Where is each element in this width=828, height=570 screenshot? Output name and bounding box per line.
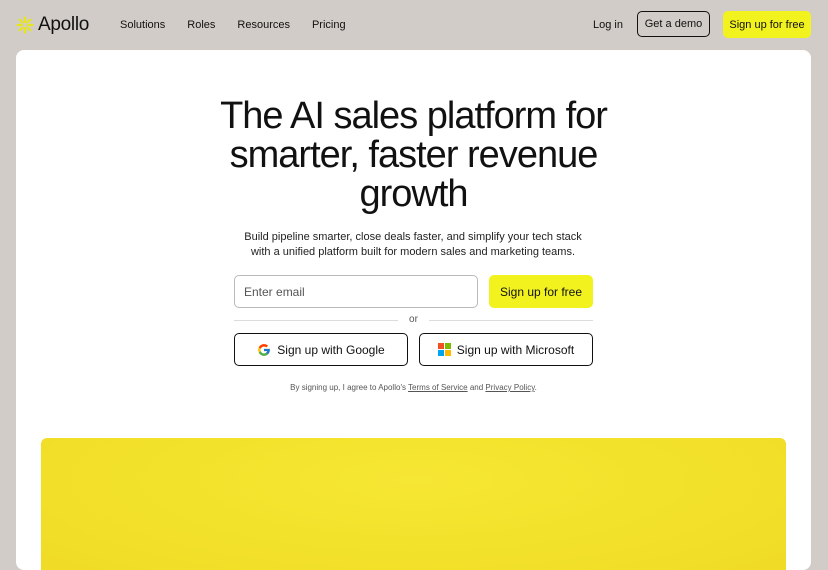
microsoft-icon bbox=[437, 343, 451, 356]
nav-links: Solutions Roles Resources Pricing bbox=[120, 17, 368, 33]
google-signup-label: Sign up with Google bbox=[277, 342, 385, 357]
terms-of-service-link[interactable]: Terms of Service bbox=[408, 383, 468, 392]
terms-suffix: . bbox=[534, 383, 537, 392]
get-demo-button[interactable]: Get a demo bbox=[637, 11, 710, 37]
nav-link-resources[interactable]: Resources bbox=[237, 17, 290, 33]
terms-notice: By signing up, I agree to Apollo's Terms… bbox=[16, 383, 811, 393]
apollo-logo-icon bbox=[16, 16, 34, 34]
google-icon bbox=[257, 343, 271, 357]
divider-or-text: or bbox=[409, 314, 418, 325]
hero-title: The AI sales platform for smarter, faste… bbox=[16, 97, 811, 214]
microsoft-signup-label: Sign up with Microsoft bbox=[456, 342, 575, 357]
google-signup-button[interactable]: Sign up with Google bbox=[234, 333, 408, 366]
hero-title-line-1: The AI sales platform for bbox=[220, 95, 608, 137]
hero-subtitle-line-1: Build pipeline smarter, close deals fast… bbox=[244, 231, 582, 243]
nav-link-roles[interactable]: Roles bbox=[187, 17, 215, 33]
hero-subtitle-line-2: with a unified platform built for modern… bbox=[250, 245, 576, 258]
terms-and: and bbox=[467, 383, 486, 392]
hero-title-line-2: smarter, faster revenue bbox=[229, 134, 599, 176]
email-input[interactable] bbox=[234, 275, 478, 308]
terms-prefix: By signing up, I agree to Apollo's bbox=[290, 383, 409, 392]
login-link[interactable]: Log in bbox=[593, 17, 623, 33]
apollo-logo[interactable]: Apollo bbox=[16, 13, 89, 37]
nav-link-solutions[interactable]: Solutions bbox=[120, 17, 165, 33]
product-preview-panel bbox=[41, 438, 786, 570]
top-nav: Apollo Solutions Roles Resources Pricing… bbox=[0, 0, 828, 50]
hero-subtitle: Build pipeline smarter, close deals fast… bbox=[213, 230, 613, 259]
microsoft-signup-button[interactable]: Sign up with Microsoft bbox=[419, 333, 593, 366]
privacy-policy-link[interactable]: Privacy Policy bbox=[485, 383, 534, 392]
nav-link-pricing[interactable]: Pricing bbox=[312, 17, 346, 33]
hero-card: The AI sales platform for smarter, faste… bbox=[16, 50, 811, 570]
or-divider: or bbox=[234, 314, 593, 325]
hero-title-line-3: growth bbox=[359, 173, 468, 215]
brand-name: Apollo bbox=[38, 14, 90, 35]
nav-signup-button[interactable]: Sign up for free bbox=[723, 11, 811, 38]
hero-signup-button[interactable]: Sign up for free bbox=[489, 275, 593, 308]
